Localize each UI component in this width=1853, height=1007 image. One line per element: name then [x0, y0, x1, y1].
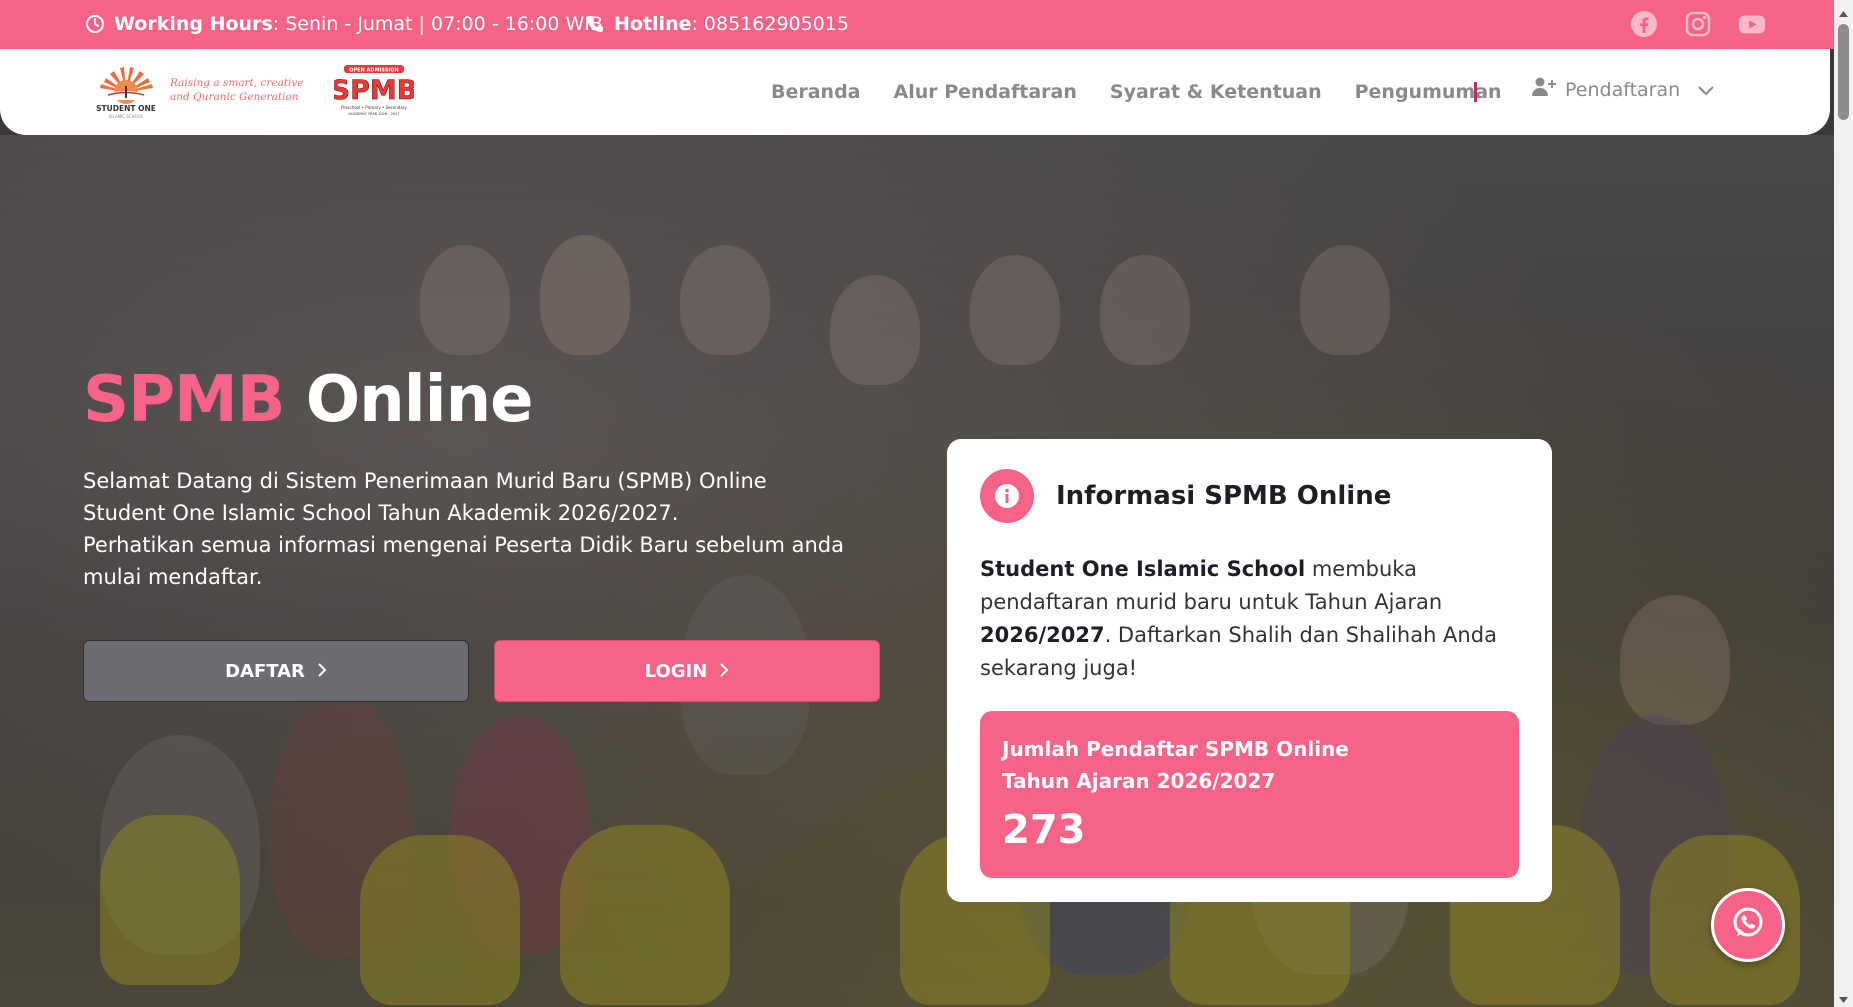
login-button[interactable]: LOGIN — [494, 640, 880, 702]
top-info-bar: Working Hours: Senin - Jumat | 07:00 - 1… — [0, 0, 1834, 49]
info-card-year: 2026/2027 — [980, 623, 1105, 647]
hero-title-rest: Online — [305, 363, 534, 437]
working-hours: Working Hours: Senin - Jumat | 07:00 - 1… — [84, 13, 603, 35]
student-one-logo[interactable]: STUDENT ONE ISLAMIC SCHOOL Raising a sma… — [86, 64, 306, 119]
info-card-text: Student One Islamic School membuka penda… — [980, 553, 1519, 685]
spmb-logo-main-text: SPMB — [334, 75, 414, 106]
registrant-count-value: 273 — [1002, 807, 1086, 853]
daftar-button[interactable]: DAFTAR — [83, 640, 469, 702]
social-links — [1630, 10, 1766, 38]
hero-desc-line-1: Selamat Datang di Sistem Penerimaan Muri… — [83, 469, 767, 493]
spmb-logo-top-text: OPEN ADMISSION — [349, 68, 398, 74]
hero-title: SPMB Online — [83, 363, 534, 437]
phone-icon — [584, 13, 606, 35]
chevron-down-icon — [1698, 79, 1714, 101]
chevron-right-icon — [719, 661, 729, 682]
spmb-logo-sub-text: Preschool • Primary • Secondary — [341, 105, 407, 110]
whatsapp-button[interactable] — [1711, 888, 1785, 962]
info-card-title: Informasi SPMB Online — [1056, 481, 1392, 511]
hotline-label: Hotline — [614, 13, 692, 35]
login-button-label: LOGIN — [644, 660, 708, 682]
pendaftaran-dropdown[interactable]: Pendaftaran — [1531, 76, 1714, 103]
hotline-number: : 085162905015 — [691, 13, 849, 35]
daftar-button-label: DAFTAR — [225, 660, 305, 682]
whatsapp-icon — [1729, 904, 1767, 946]
hero-desc-line-2: Student One Islamic School Tahun Akademi… — [83, 501, 679, 525]
clock-icon — [84, 13, 106, 35]
nav-pengumuman[interactable]: Pengumuman — [1355, 81, 1502, 103]
nav-beranda[interactable]: Beranda — [771, 81, 861, 103]
hotline[interactable]: Hotline: 085162905015 — [584, 13, 849, 35]
logo-tagline-1: Raising a smart, creative — [169, 77, 304, 89]
logo-tagline-2: and Quranic Generation — [170, 91, 299, 103]
nav-divider — [1474, 82, 1477, 102]
pendaftaran-dropdown-label: Pendaftaran — [1565, 78, 1681, 101]
instagram-icon[interactable] — [1684, 10, 1712, 38]
nav-links: Beranda Alur Pendaftaran Syarat & Ketent… — [771, 49, 1535, 135]
hero-description: Selamat Datang di Sistem Penerimaan Muri… — [83, 465, 883, 593]
scroll-up-arrow-icon[interactable] — [1838, 4, 1849, 17]
hero-desc-line-3: Perhatikan semua informasi mengenai Pese… — [83, 533, 844, 589]
info-icon — [980, 469, 1034, 523]
scroll-down-arrow-icon[interactable] — [1838, 990, 1849, 1003]
spmb-logo[interactable]: OPEN ADMISSION SPMB Preschool • Primary … — [330, 64, 418, 120]
logo-subtitle-text: ISLAMIC SCHOOL — [109, 114, 144, 119]
registrant-count-label-2: Tahun Ajaran 2026/2027 — [1002, 769, 1276, 793]
main-navbar: STUDENT ONE ISLAMIC SCHOOL Raising a sma… — [0, 49, 1830, 135]
logo-name-text: STUDENT ONE — [96, 104, 156, 113]
page-scrollbar[interactable] — [1834, 0, 1853, 1007]
chevron-right-icon — [317, 661, 327, 682]
hero-section: SPMB Online Selamat Datang di Sistem Pen… — [0, 135, 1834, 1007]
info-card-header: Informasi SPMB Online — [980, 469, 1519, 523]
working-hours-value: : Senin - Jumat | 07:00 - 16:00 WIB — [272, 13, 603, 35]
facebook-icon[interactable] — [1630, 10, 1658, 38]
registrant-count-label-1: Jumlah Pendaftar SPMB Online — [1002, 737, 1349, 761]
nav-syarat-ketentuan[interactable]: Syarat & Ketentuan — [1110, 81, 1322, 103]
info-card: Informasi SPMB Online Student One Islami… — [947, 439, 1552, 902]
youtube-icon[interactable] — [1738, 10, 1766, 38]
registrant-count-box: Jumlah Pendaftar SPMB Online Tahun Ajara… — [980, 711, 1519, 878]
scrollbar-thumb[interactable] — [1838, 24, 1849, 120]
spmb-logo-year-text: ACADEMIC YEAR 2026 - 2027 — [348, 112, 399, 116]
nav-alur-pendaftaran[interactable]: Alur Pendaftaran — [894, 81, 1077, 103]
working-hours-label: Working Hours — [114, 13, 273, 35]
user-plus-icon — [1531, 76, 1557, 103]
hero-title-accent: SPMB — [83, 363, 285, 437]
info-card-school: Student One Islamic School — [980, 557, 1306, 581]
